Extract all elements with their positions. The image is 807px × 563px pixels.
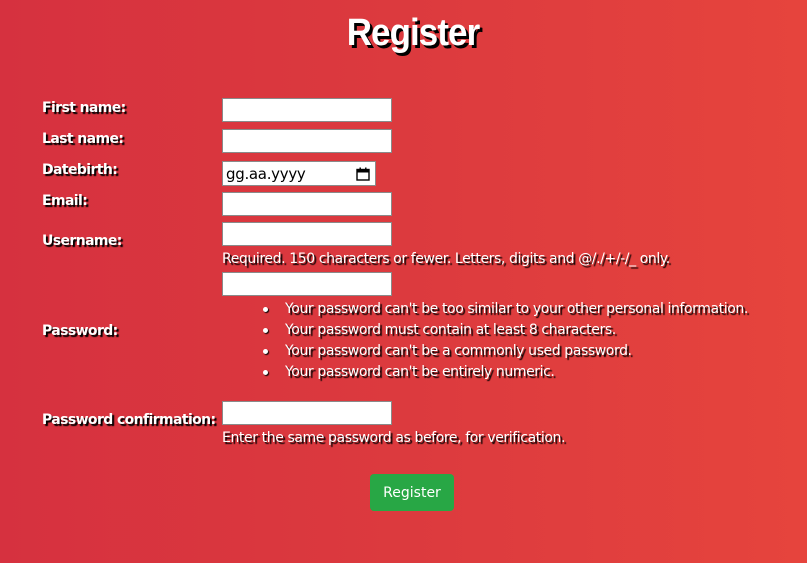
password-rules-list: Your password can't be too similar to yo… <box>263 299 748 383</box>
bullet-icon <box>263 307 268 312</box>
list-item: Your password can't be too similar to yo… <box>263 299 748 320</box>
email-label: Email: <box>42 193 88 209</box>
first-name-input[interactable] <box>222 98 392 122</box>
register-button[interactable]: Register <box>370 474 454 511</box>
password-rule-text: Your password can't be entirely numeric. <box>285 364 555 380</box>
calendar-icon[interactable] <box>356 167 370 181</box>
page-title: Register <box>346 12 480 54</box>
password-label: Password: <box>42 323 118 339</box>
username-label: Username: <box>42 233 122 249</box>
password-input[interactable] <box>222 272 392 296</box>
first-name-label: First name: <box>42 100 126 116</box>
password-confirmation-help-text: Enter the same password as before, for v… <box>222 430 566 446</box>
list-item: Your password must contain at least 8 ch… <box>263 320 748 341</box>
datebirth-label: Datebirth: <box>42 162 118 178</box>
bullet-icon <box>263 349 268 354</box>
password-rule-text: Your password can't be too similar to yo… <box>285 301 748 317</box>
username-input[interactable] <box>222 222 392 246</box>
email-input[interactable] <box>222 192 392 216</box>
datebirth-input[interactable]: gg.aa.yyyy <box>222 161 376 186</box>
last-name-input[interactable] <box>222 129 392 153</box>
bullet-icon <box>263 370 268 375</box>
username-help-text: Required. 150 characters or fewer. Lette… <box>222 251 670 267</box>
password-rule-text: Your password must contain at least 8 ch… <box>285 322 616 338</box>
password-rule-text: Your password can't be a commonly used p… <box>285 343 632 359</box>
password-confirmation-label: Password confirmation: <box>42 412 216 428</box>
bullet-icon <box>263 328 268 333</box>
list-item: Your password can't be entirely numeric. <box>263 362 748 383</box>
password-confirmation-input[interactable] <box>222 401 392 425</box>
list-item: Your password can't be a commonly used p… <box>263 341 748 362</box>
last-name-label: Last name: <box>42 131 124 147</box>
datebirth-placeholder: gg.aa.yyyy <box>226 164 306 183</box>
